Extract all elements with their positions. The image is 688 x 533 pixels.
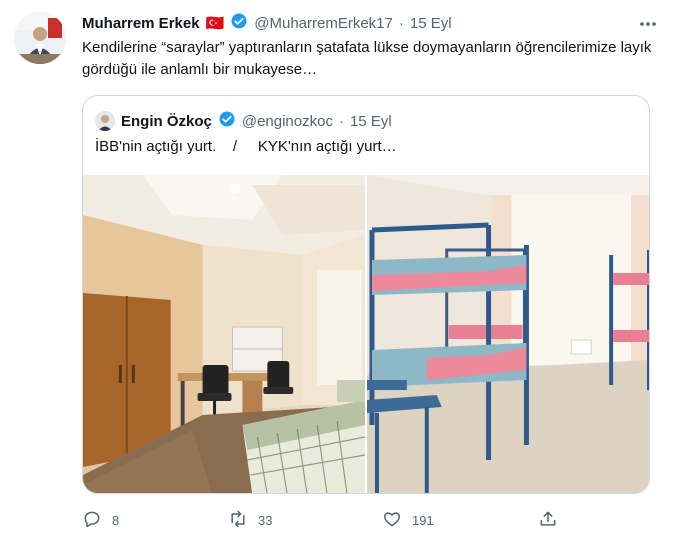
quote-author-handle[interactable]: @enginozkoc — [242, 113, 333, 130]
separator-dot: · — [398, 14, 404, 32]
share-button[interactable] — [538, 508, 558, 532]
author-avatar[interactable] — [14, 12, 66, 64]
retweet-count: 33 — [258, 512, 273, 528]
quote-separator-dot: · — [338, 112, 344, 130]
author-name[interactable]: Muharrem Erkek — [82, 15, 200, 32]
reply-button[interactable]: 8 — [82, 508, 119, 532]
quote-text: İBB'nin açtığı yurt. / KYK'nın açtığı yu… — [95, 138, 397, 155]
quote-author-avatar[interactable] — [95, 111, 115, 131]
quote-date[interactable]: 15 Eyl — [350, 113, 392, 130]
reply-icon — [82, 509, 102, 532]
reply-count: 8 — [112, 512, 120, 528]
quote-verified-badge-icon — [218, 110, 236, 132]
tweet-date[interactable]: 15 Eyl — [410, 15, 452, 32]
verified-badge-icon — [230, 12, 248, 34]
tweet-text: Kendilerine “saraylar” yaptıranların şat… — [82, 39, 652, 78]
quote-author-name[interactable]: Engin Özkoç — [121, 113, 212, 130]
dorm-room-photo-right[interactable] — [367, 175, 649, 493]
author-handle[interactable]: @MuharremErkek17 — [254, 15, 393, 32]
like-button[interactable]: 191 — [382, 508, 434, 532]
retweet-icon — [228, 509, 248, 532]
tweet-header: Muharrem Erkek 🇹🇷 @MuharremErkek17 · 15 … — [82, 12, 452, 34]
quote-header: Engin Özkoç @enginozkoc · 15 Eyl — [95, 110, 392, 132]
heart-icon — [382, 509, 402, 532]
action-bar: 8 33 191 — [82, 508, 572, 532]
flag-emoji: 🇹🇷 — [205, 15, 225, 32]
quoted-tweet[interactable]: Engin Özkoç @enginozkoc · 15 Eyl İBB'nin… — [82, 95, 650, 494]
dorm-room-photo-left[interactable] — [83, 175, 365, 493]
like-count: 191 — [412, 512, 434, 528]
more-icon[interactable] — [634, 14, 662, 34]
share-icon — [538, 509, 558, 532]
retweet-button[interactable]: 33 — [228, 508, 272, 532]
quote-media — [83, 175, 649, 493]
